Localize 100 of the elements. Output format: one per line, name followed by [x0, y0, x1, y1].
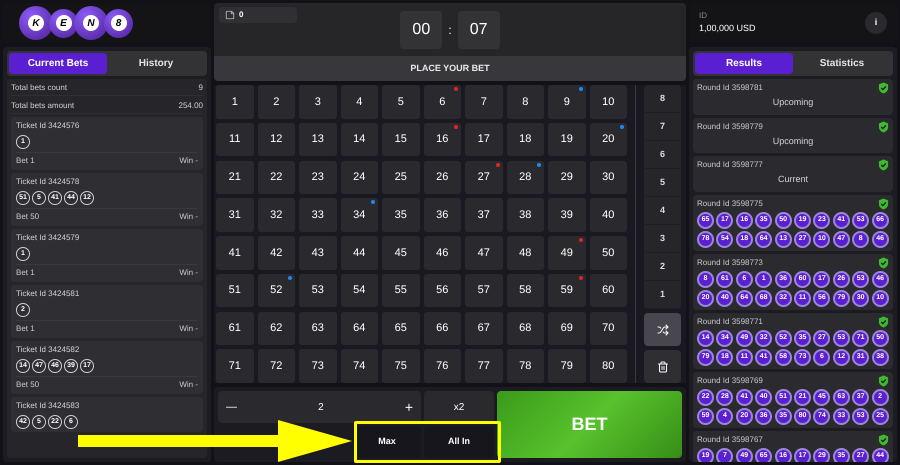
number-tile[interactable]: 5 — [382, 85, 420, 118]
number-tile[interactable]: 10 — [590, 85, 627, 118]
number-tile[interactable]: 65 — [382, 312, 420, 345]
number-tile[interactable]: 1 — [216, 85, 254, 118]
number-tile[interactable]: 61 — [216, 312, 254, 345]
number-tile[interactable]: 3 — [299, 85, 336, 118]
quick-pick-option[interactable]: 3 — [644, 225, 681, 253]
number-tile[interactable]: 32 — [258, 198, 295, 232]
number-tile[interactable]: 17 — [465, 122, 502, 156]
number-tile[interactable]: 58 — [506, 274, 544, 308]
number-tile[interactable]: 36 — [424, 198, 461, 232]
number-tile[interactable]: 34 — [340, 198, 378, 232]
quick-pick-option[interactable]: 2 — [644, 253, 681, 281]
number-tile[interactable]: 18 — [506, 122, 544, 156]
number-tile[interactable]: 28 — [506, 160, 544, 194]
info-button[interactable]: i — [865, 12, 887, 34]
number-tile[interactable]: 74 — [340, 349, 378, 383]
number-tile[interactable]: 71 — [216, 349, 254, 383]
all-in-button[interactable]: All In — [424, 426, 494, 458]
number-tile[interactable]: 22 — [258, 160, 295, 194]
number-tile[interactable]: 33 — [299, 198, 336, 232]
number-tile[interactable]: 23 — [299, 160, 336, 194]
number-tile[interactable]: 52 — [258, 274, 295, 308]
number-tile[interactable]: 7 — [465, 85, 502, 118]
number-tile[interactable]: 6 — [424, 85, 461, 118]
quick-pick-option[interactable]: 5 — [644, 169, 681, 197]
number-tile[interactable]: 80 — [590, 349, 627, 383]
number-tile[interactable]: 11 — [216, 122, 254, 156]
number-tile[interactable]: 37 — [465, 198, 502, 232]
quick-pick-option[interactable]: 6 — [644, 141, 681, 169]
number-tile[interactable]: 4 — [340, 85, 378, 118]
quick-pick-option[interactable]: 1 — [644, 281, 681, 309]
number-tile[interactable]: 51 — [216, 274, 254, 308]
number-tile[interactable]: 45 — [382, 236, 420, 270]
number-tile[interactable]: 26 — [424, 160, 461, 194]
round-id: Round Id 3598781 — [697, 82, 763, 94]
number-tile[interactable]: 30 — [590, 160, 627, 194]
number-tile[interactable]: 46 — [424, 236, 461, 270]
number-tile[interactable]: 9 — [548, 85, 586, 118]
quick-pick-option[interactable]: 8 — [644, 85, 681, 113]
number-tile[interactable]: 38 — [506, 198, 544, 232]
number-tile[interactable]: 59 — [548, 274, 586, 308]
bet-amount: Bet 50 — [16, 211, 40, 223]
number-tile[interactable]: 29 — [548, 160, 586, 194]
number-tile[interactable]: 56 — [424, 274, 461, 308]
number-tile[interactable]: 77 — [465, 349, 502, 383]
delete-button[interactable] — [644, 350, 681, 383]
number-tile[interactable]: 20 — [590, 122, 627, 156]
number-tile[interactable]: 50 — [590, 236, 627, 270]
decrease-button[interactable]: — — [226, 398, 237, 416]
increase-button[interactable]: + — [404, 396, 413, 418]
tab[interactable]: Results — [695, 53, 793, 74]
number-tile[interactable]: 14 — [340, 122, 378, 156]
number-tile[interactable]: 64 — [340, 312, 378, 345]
number-tile[interactable]: 2 — [258, 85, 295, 118]
number-tile[interactable]: 44 — [340, 236, 378, 270]
number-tile[interactable]: 39 — [548, 198, 586, 232]
shuffle-button[interactable] — [644, 313, 681, 346]
number-tile[interactable]: 54 — [340, 274, 378, 308]
number-tile[interactable]: 73 — [299, 349, 336, 383]
number-tile[interactable]: 48 — [506, 236, 544, 270]
number-tile[interactable]: 35 — [382, 198, 420, 232]
number-tile[interactable]: 19 — [548, 122, 586, 156]
number-tile[interactable]: 42 — [258, 236, 295, 270]
tab[interactable]: Current Bets — [9, 53, 107, 74]
number-tile[interactable]: 53 — [299, 274, 336, 308]
number-tile[interactable]: 21 — [216, 160, 254, 194]
number-tile[interactable]: 55 — [382, 274, 420, 308]
number-tile[interactable]: 16 — [424, 122, 461, 156]
number-tile[interactable]: 12 — [258, 122, 295, 156]
number-tile[interactable]: 43 — [299, 236, 336, 270]
number-tile[interactable]: 8 — [506, 85, 544, 118]
number-tile[interactable]: 70 — [590, 312, 627, 345]
number-tile[interactable]: 13 — [299, 122, 336, 156]
number-tile[interactable]: 72 — [258, 349, 295, 383]
quick-pick-option[interactable]: 4 — [644, 197, 681, 225]
number-tile[interactable]: 63 — [299, 312, 336, 345]
number-tile[interactable]: 49 — [548, 236, 586, 270]
number-tile[interactable]: 79 — [548, 349, 586, 383]
quick-pick-option[interactable]: 7 — [644, 113, 681, 141]
number-tile[interactable]: 57 — [465, 274, 502, 308]
number-tile[interactable]: 25 — [382, 160, 420, 194]
max-button[interactable]: Max — [353, 426, 421, 458]
number-tile[interactable]: 78 — [506, 349, 544, 383]
number-tile[interactable]: 60 — [590, 274, 627, 308]
number-tile[interactable]: 75 — [382, 349, 420, 383]
number-tile[interactable]: 27 — [465, 160, 502, 194]
number-tile[interactable]: 67 — [465, 312, 502, 345]
number-tile[interactable]: 31 — [216, 198, 254, 232]
number-tile[interactable]: 47 — [465, 236, 502, 270]
number-tile[interactable]: 68 — [506, 312, 544, 345]
number-tile[interactable]: 41 — [216, 236, 254, 270]
double-button[interactable]: x2 — [424, 391, 494, 423]
number-tile[interactable]: 62 — [258, 312, 295, 345]
number-tile[interactable]: 24 — [340, 160, 378, 194]
number-tile[interactable]: 40 — [590, 198, 627, 232]
number-tile[interactable]: 76 — [424, 349, 461, 383]
number-tile[interactable]: 69 — [548, 312, 586, 345]
number-tile[interactable]: 15 — [382, 122, 420, 156]
number-tile[interactable]: 66 — [424, 312, 461, 345]
